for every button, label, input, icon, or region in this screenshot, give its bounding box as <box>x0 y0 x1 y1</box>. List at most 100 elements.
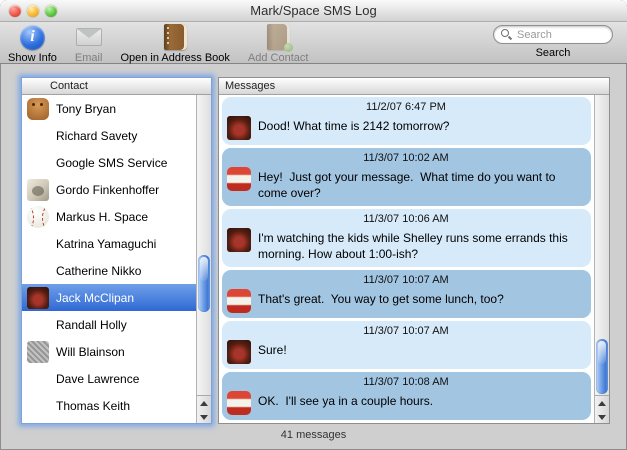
contact-list-item[interactable]: Richard Savety <box>22 122 196 149</box>
message-bubble: 11/3/07 10:08 AM OK. I'll see ya in a co… <box>222 372 591 421</box>
message-timestamp: 11/3/07 10:08 AM <box>363 376 449 389</box>
contact-column-header[interactable]: Contact <box>22 78 211 95</box>
message-timestamp: 11/3/07 10:06 AM <box>363 213 449 226</box>
message-bubble: 11/3/07 10:07 AM That's great. You way t… <box>222 270 591 319</box>
messages-column-header[interactable]: Messages <box>219 78 609 95</box>
message-count: 41 messages <box>280 429 347 441</box>
contact-avatar <box>27 152 49 174</box>
scroll-up-button[interactable] <box>197 396 211 410</box>
contact-list-item[interactable]: Tony Bryan <box>22 95 196 122</box>
app-window: Mark/Space SMS Log Show Info Email Open … <box>0 0 627 450</box>
contact-avatar <box>27 97 49 120</box>
contact-list-item[interactable]: Randall Holly <box>22 311 196 338</box>
message-avatar <box>227 116 251 140</box>
arrow-up-icon <box>598 400 606 406</box>
message-avatar <box>227 391 251 416</box>
contact-avatar <box>27 125 49 147</box>
contact-name: Markus H. Space <box>56 209 149 224</box>
info-icon <box>19 24 45 50</box>
status-bar: 41 messages <box>0 424 627 450</box>
show-info-button[interactable]: Show Info <box>8 24 57 64</box>
message-avatar <box>227 167 251 191</box>
message-text: I'm watching the kids while Shelley runs… <box>258 231 572 261</box>
email-icon <box>75 28 102 46</box>
message-scrollbar-arrows <box>595 395 609 423</box>
arrow-down-icon <box>200 414 208 420</box>
contact-scrollbar[interactable] <box>196 95 211 423</box>
contact-name: Google SMS Service <box>56 155 168 170</box>
zoom-button[interactable] <box>45 5 57 17</box>
contact-avatar <box>27 368 49 390</box>
message-text: Dood! What time is 2142 tomorrow? <box>258 119 450 133</box>
show-info-label: Show Info <box>8 52 57 64</box>
add-contact-button[interactable]: Add Contact <box>247 24 309 64</box>
contact-avatar <box>27 286 49 309</box>
title-bar[interactable]: Mark/Space SMS Log <box>0 0 627 22</box>
open-in-address-book-button[interactable]: Open in Address Book <box>120 24 230 64</box>
contact-avatar <box>27 314 49 336</box>
address-book-icon <box>163 24 187 50</box>
message-bubble: 11/3/07 10:06 AM I'm watching the kids w… <box>222 209 591 268</box>
scroll-down-button[interactable] <box>595 410 609 424</box>
add-contact-icon <box>266 24 293 52</box>
contact-list-item[interactable]: Gordo Finkenhoffer <box>22 176 196 203</box>
message-timestamp: 11/3/07 10:07 AM <box>363 325 449 338</box>
message-pane: Messages 11/2/07 6:47 PM Dood! What time… <box>218 77 610 424</box>
contact-list-item[interactable]: Will Blainson <box>22 338 196 365</box>
contact-list-item[interactable]: Jack McClipan <box>22 284 196 311</box>
message-timestamp: 11/2/07 6:47 PM <box>366 101 446 113</box>
contact-avatar <box>27 233 49 255</box>
window-title: Mark/Space SMS Log <box>250 3 377 18</box>
close-button[interactable] <box>9 5 21 17</box>
message-text: Sure! <box>258 343 287 358</box>
message-scrollbar-thumb[interactable] <box>596 339 608 394</box>
contact-avatar <box>27 205 49 228</box>
search-label: Search <box>535 47 571 59</box>
contact-name: Randall Holly <box>56 317 127 332</box>
email-button[interactable]: Email <box>74 24 103 64</box>
contact-list-item[interactable]: Markus H. Space <box>22 203 196 230</box>
message-avatar <box>227 289 251 314</box>
contact-name: Will Blainson <box>56 344 125 359</box>
scroll-down-button[interactable] <box>197 410 211 424</box>
toolbar: Show Info Email Open in Address Book Add… <box>0 22 627 64</box>
message-text: OK. I'll see ya in a couple hours. <box>258 394 434 409</box>
contact-list-item[interactable]: Catherine Nikko <box>22 257 196 284</box>
contact-list-item[interactable]: Thomas Keith <box>22 392 196 419</box>
search-input[interactable] <box>517 28 605 41</box>
contact-avatar <box>27 395 49 417</box>
contact-scrollbar-arrows <box>197 395 211 423</box>
arrow-up-icon <box>200 400 208 406</box>
minimize-button[interactable] <box>27 5 39 17</box>
email-label: Email <box>74 52 103 64</box>
contact-list-item[interactable]: Katrina Yamaguchi <box>22 230 196 257</box>
message-text: That's great. You way to get some lunch,… <box>258 292 504 307</box>
message-timestamp: 11/3/07 10:02 AM <box>363 152 449 164</box>
message-list: 11/2/07 6:47 PM Dood! What time is 2142 … <box>219 95 594 423</box>
search-area: Search <box>493 25 613 59</box>
contact-avatar <box>27 178 49 201</box>
address-book-label: Open in Address Book <box>120 52 230 64</box>
contact-name: Tony Bryan <box>56 101 117 116</box>
message-bubble: 11/3/07 10:07 AM Sure! <box>222 321 591 370</box>
scroll-up-button[interactable] <box>595 396 609 410</box>
contact-name: Dave Lawrence <box>56 371 140 386</box>
add-contact-label: Add Contact <box>247 52 309 64</box>
contact-list-item[interactable]: Google SMS Service <box>22 149 196 176</box>
message-avatar <box>227 228 251 253</box>
message-bubble: 11/2/07 6:47 PM Dood! What time is 2142 … <box>222 97 591 145</box>
contact-pane: Contact Tony Bryan Richard Savety Google… <box>21 77 212 424</box>
message-timestamp: 11/3/07 10:07 AM <box>363 274 449 287</box>
message-scrollbar[interactable] <box>594 95 609 423</box>
contact-list-item[interactable]: Dave Lawrence <box>22 365 196 392</box>
contact-name: Gordo Finkenhoffer <box>56 182 160 197</box>
message-avatar <box>227 340 251 365</box>
contact-name: Katrina Yamaguchi <box>56 236 157 251</box>
search-field[interactable] <box>493 25 613 44</box>
contact-scrollbar-thumb[interactable] <box>198 255 210 312</box>
contact-name: Richard Savety <box>56 128 138 143</box>
contact-list: Tony Bryan Richard Savety Google SMS Ser… <box>22 95 196 419</box>
arrow-down-icon <box>598 414 606 420</box>
search-icon <box>501 29 512 40</box>
message-bubble: 11/3/07 10:02 AM Hey! Just got your mess… <box>222 148 591 207</box>
